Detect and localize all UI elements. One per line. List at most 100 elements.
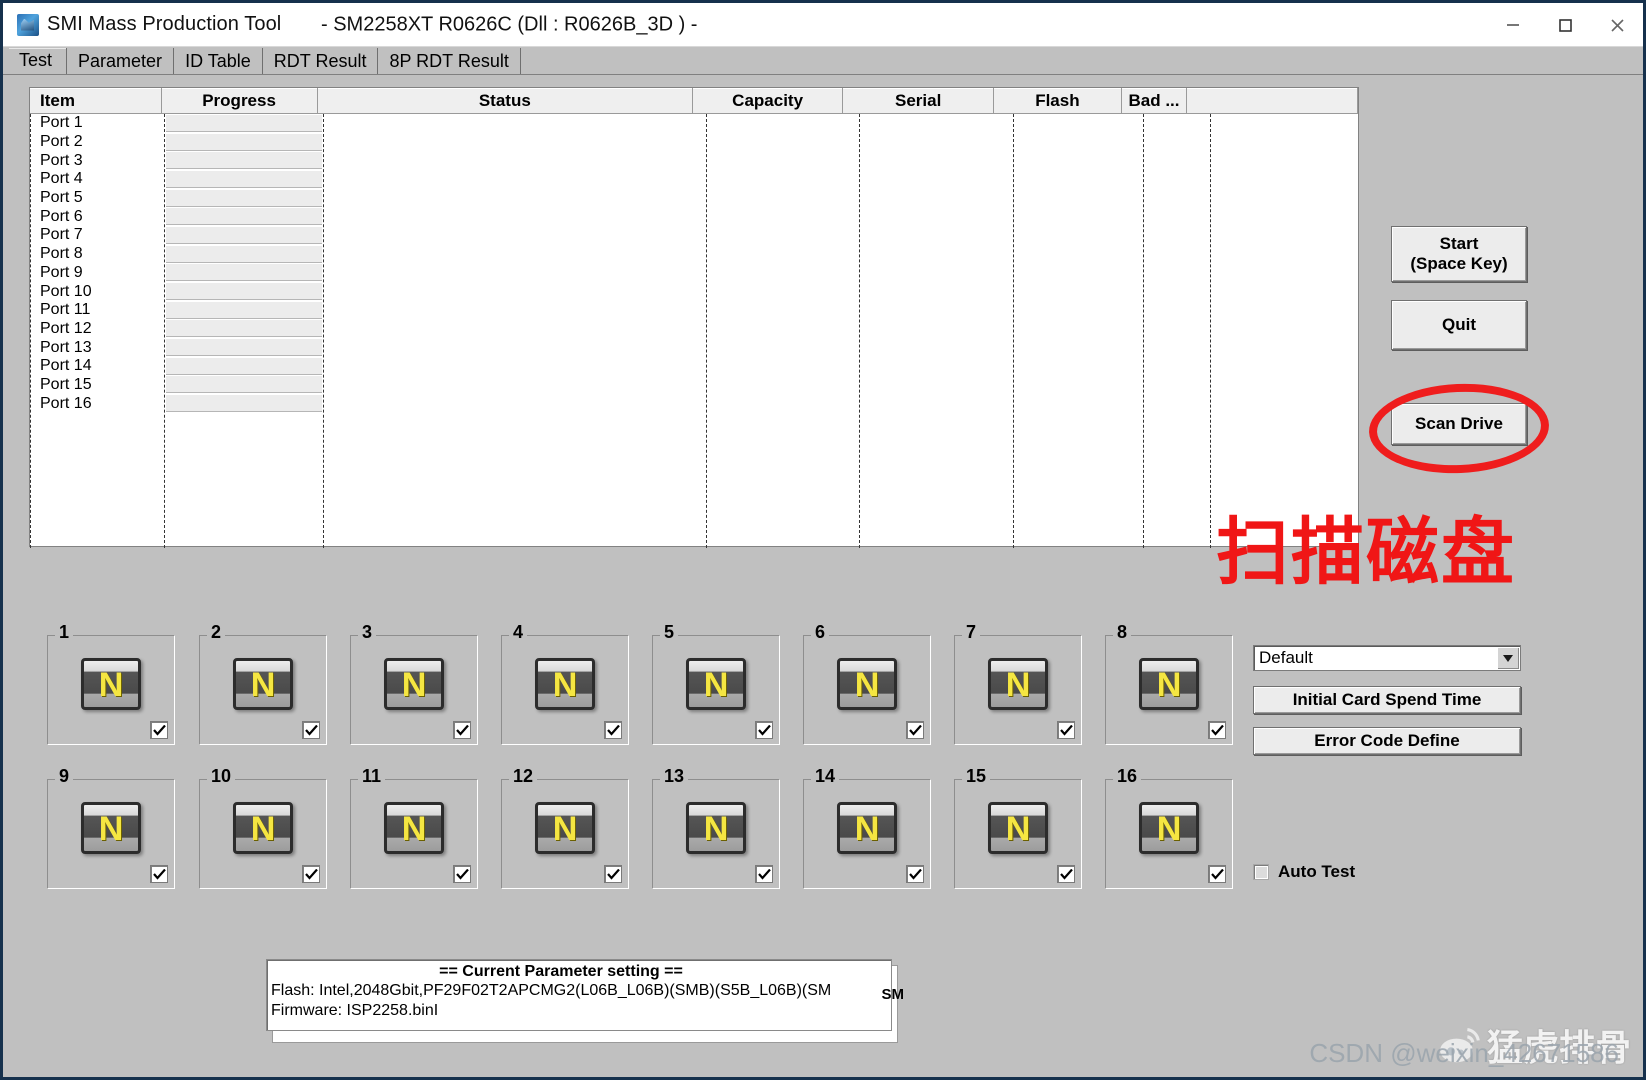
slot-number-label: 4: [509, 623, 528, 641]
table-row[interactable]: Port 1: [30, 114, 1358, 133]
table-row[interactable]: Port 4: [30, 170, 1358, 189]
drive-slot-11[interactable]: 11 N: [350, 767, 478, 889]
tab-test[interactable]: Test: [9, 48, 68, 74]
table-row[interactable]: Port 12: [30, 320, 1358, 339]
slot-number-label: 8: [1113, 623, 1132, 641]
drive-slot-15[interactable]: 15 N: [954, 767, 1082, 889]
slot-enable-checkbox[interactable]: [1208, 865, 1226, 883]
column-header-capacity[interactable]: Capacity: [693, 88, 844, 114]
table-row[interactable]: Port 9: [30, 264, 1358, 283]
table-row[interactable]: Port 15: [30, 376, 1358, 395]
slot-enable-checkbox[interactable]: [453, 721, 471, 739]
drive-slot-14[interactable]: 14 N: [803, 767, 931, 889]
scan-disk-annotation-text: 扫描磁盘: [1216, 510, 1516, 595]
preset-dropdown[interactable]: Default: [1253, 645, 1521, 671]
drive-slot-7[interactable]: 7N: [954, 623, 1082, 745]
port-name-cell: Port 10: [40, 282, 92, 300]
maximize-button[interactable]: [1539, 3, 1591, 47]
drive-slot-9[interactable]: 9N: [47, 767, 175, 889]
table-row[interactable]: Port 5: [30, 189, 1358, 208]
drive-slot-1[interactable]: 1N: [47, 623, 175, 745]
start-button[interactable]: Start (Space Key): [1391, 226, 1527, 282]
table-row[interactable]: Port 10: [30, 282, 1358, 301]
drive-icon-letter: N: [250, 665, 276, 704]
slot-enable-checkbox[interactable]: [302, 865, 320, 883]
column-header-bad[interactable]: Bad ...: [1121, 88, 1188, 114]
parameter-firmware-line: Firmware: ISP2258.binI: [271, 1002, 439, 1020]
no-drive-icon: N: [1139, 802, 1199, 854]
port-name-cell: Port 13: [40, 338, 92, 356]
start-button-label-line2: (Space Key): [1410, 254, 1508, 273]
slot-enable-checkbox[interactable]: [604, 865, 622, 883]
parameter-textbox[interactable]: == Current Parameter setting == Flash: I…: [266, 959, 892, 1031]
drive-slot-10[interactable]: 10 N: [199, 767, 327, 889]
slot-enable-checkbox[interactable]: [755, 721, 773, 739]
slot-enable-checkbox[interactable]: [755, 865, 773, 883]
table-row[interactable]: Port 7: [30, 226, 1358, 245]
column-header-flash[interactable]: Flash: [994, 88, 1122, 114]
error-code-define-button[interactable]: Error Code Define: [1253, 727, 1521, 755]
progress-bar-cell: [166, 339, 322, 357]
table-row[interactable]: Port 2: [30, 133, 1358, 152]
port-row-list: Port 1 Port 2 Port 3 Port 4 Port 5 Port 6 Port…: [30, 114, 1358, 413]
table-row[interactable]: Port 8: [30, 245, 1358, 264]
drive-slot-12[interactable]: 12 N: [501, 767, 629, 889]
scan-drive-button[interactable]: Scan Drive: [1391, 403, 1527, 445]
tab-parameter[interactable]: Parameter: [67, 48, 175, 74]
drive-slot-3[interactable]: 3N: [350, 623, 478, 745]
close-button[interactable]: [1591, 3, 1643, 47]
drive-icon-letter: N: [1156, 809, 1182, 848]
slot-enable-checkbox[interactable]: [1208, 721, 1226, 739]
port-name-cell: Port 16: [40, 394, 92, 412]
table-row[interactable]: Port 6: [30, 207, 1358, 226]
port-table: Item Progress Status Capacity Serial Flash Bad…: [29, 87, 1359, 548]
slot-enable-checkbox[interactable]: [604, 721, 622, 739]
minimize-button[interactable]: [1487, 3, 1539, 47]
progress-bar-cell: [166, 283, 322, 301]
slot-number-label: 14: [811, 767, 840, 785]
table-row[interactable]: Port 13: [30, 338, 1358, 357]
slot-enable-checkbox[interactable]: [453, 865, 471, 883]
initial-card-spend-time-button[interactable]: Initial Card Spend Time: [1253, 686, 1521, 714]
drive-slot-6[interactable]: 6N: [803, 623, 931, 745]
auto-test-checkbox-row[interactable]: Auto Test: [1253, 862, 1355, 882]
drive-slot-4[interactable]: 4N: [501, 623, 629, 745]
drive-slot-8[interactable]: 8N: [1105, 623, 1233, 745]
slot-enable-checkbox[interactable]: [906, 721, 924, 739]
tab-8p-rdt-result[interactable]: 8P RDT Result: [378, 48, 521, 74]
drive-slot-13[interactable]: 13 N: [652, 767, 780, 889]
drive-slot-16[interactable]: 16 N: [1105, 767, 1233, 889]
start-button-label-line1: Start: [1439, 234, 1479, 254]
drive-slot-5[interactable]: 5N: [652, 623, 780, 745]
column-header-filler: [1187, 88, 1358, 114]
tab-label: Parameter: [78, 50, 163, 71]
table-row[interactable]: Port 16: [30, 394, 1358, 413]
column-header-progress[interactable]: Progress: [161, 88, 318, 114]
slot-enable-checkbox[interactable]: [150, 721, 168, 739]
slot-enable-checkbox[interactable]: [150, 865, 168, 883]
parameter-overflow-text: SM: [881, 986, 905, 1003]
progress-bar-cell: [166, 264, 322, 282]
port-name-cell: Port 9: [40, 263, 83, 281]
slot-enable-checkbox[interactable]: [302, 721, 320, 739]
port-name-cell: Port 3: [40, 151, 83, 169]
table-row[interactable]: Port 14: [30, 357, 1358, 376]
slot-enable-checkbox[interactable]: [1057, 721, 1075, 739]
quit-button[interactable]: Quit: [1391, 300, 1527, 350]
auto-test-checkbox[interactable]: [1253, 864, 1269, 880]
slot-enable-checkbox[interactable]: [1057, 865, 1075, 883]
chevron-down-icon[interactable]: [1497, 647, 1519, 669]
drive-icon-letter: N: [703, 809, 729, 848]
tab-label: RDT Result: [273, 50, 367, 71]
no-drive-icon: N: [81, 802, 141, 854]
tab-rdt-result[interactable]: RDT Result: [262, 48, 379, 74]
table-row[interactable]: Port 11: [30, 301, 1358, 320]
tab-id-table[interactable]: ID Table: [174, 48, 263, 74]
column-header-status[interactable]: Status: [317, 88, 694, 114]
table-row[interactable]: Port 3: [30, 151, 1358, 170]
no-drive-icon: N: [233, 658, 293, 710]
column-header-serial[interactable]: Serial: [843, 88, 995, 114]
drive-slot-2[interactable]: 2N: [199, 623, 327, 745]
column-header-item[interactable]: Item: [30, 88, 162, 114]
slot-enable-checkbox[interactable]: [906, 865, 924, 883]
